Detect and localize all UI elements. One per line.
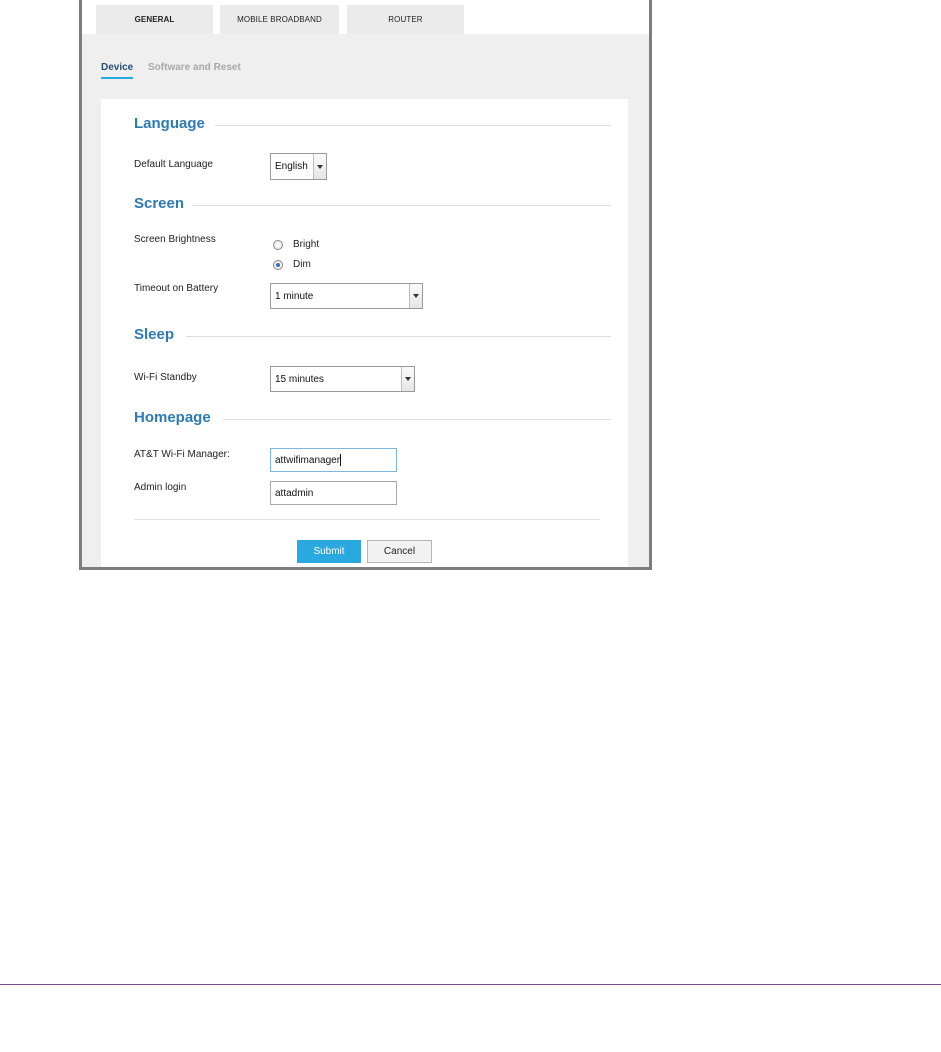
- admin-login-value: attadmin: [275, 487, 314, 499]
- brightness-option-bright[interactable]: Bright: [273, 239, 319, 250]
- submit-button[interactable]: Submit: [297, 540, 361, 563]
- tab-router[interactable]: ROUTER: [347, 5, 464, 34]
- tab-mobile-broadband[interactable]: MOBILE BROADBAND: [220, 5, 339, 34]
- timeout-on-battery-label: Timeout on Battery: [134, 283, 219, 294]
- tab-general[interactable]: GENERAL: [96, 5, 213, 34]
- brightness-option-dim[interactable]: Dim: [273, 259, 311, 270]
- default-language-select[interactable]: English: [270, 153, 327, 180]
- att-wifi-manager-value: attwifimanager: [275, 454, 341, 466]
- form-divider: [134, 519, 600, 520]
- brightness-option-label: Dim: [293, 259, 311, 270]
- admin-login-input[interactable]: attadmin: [270, 481, 397, 505]
- section-title-sleep: Sleep: [134, 326, 175, 343]
- att-wifi-manager-input[interactable]: attwifimanager: [270, 448, 397, 472]
- text-caret: [340, 454, 342, 466]
- section-title-screen: Screen: [134, 195, 185, 212]
- timeout-on-battery-select[interactable]: 1 minute: [270, 283, 423, 309]
- admin-login-label: Admin login: [134, 482, 187, 493]
- chevron-down-icon: [409, 284, 422, 308]
- att-wifi-manager-label: AT&T Wi-Fi Manager:: [134, 449, 230, 460]
- top-tab-bar: GENERAL MOBILE BROADBAND ROUTER: [82, 0, 649, 34]
- chevron-down-icon: [313, 154, 326, 179]
- wifi-standby-select[interactable]: 15 minutes: [270, 366, 415, 392]
- wifi-standby-value: 15 minutes: [275, 373, 324, 385]
- section-divider: [215, 125, 611, 126]
- section-divider: [223, 419, 611, 420]
- section-title-language: Language: [134, 115, 205, 132]
- section-divider: [193, 205, 611, 206]
- screen-brightness-label: Screen Brightness: [134, 234, 216, 245]
- subnav-active-indicator: [101, 77, 133, 79]
- radio-unchecked-icon[interactable]: [273, 239, 283, 250]
- default-language-label: Default Language: [134, 159, 213, 170]
- page-footer-rule: [0, 984, 941, 985]
- default-language-value: English: [275, 161, 308, 172]
- section-title-homepage: Homepage: [134, 409, 211, 426]
- subnav-device[interactable]: Device: [101, 62, 133, 73]
- settings-panel: Language Default Language English Screen…: [101, 99, 628, 567]
- subnav-software-and-reset[interactable]: Software and Reset: [148, 62, 241, 73]
- radio-checked-icon[interactable]: [273, 259, 283, 270]
- wifi-standby-label: Wi-Fi Standby: [134, 372, 197, 383]
- cancel-button[interactable]: Cancel: [367, 540, 432, 563]
- timeout-on-battery-value: 1 minute: [275, 290, 314, 302]
- brightness-option-label: Bright: [293, 239, 320, 250]
- chevron-down-icon: [401, 367, 414, 391]
- section-divider: [186, 336, 611, 337]
- router-settings-window: GENERAL MOBILE BROADBAND ROUTER Device S…: [79, 0, 652, 570]
